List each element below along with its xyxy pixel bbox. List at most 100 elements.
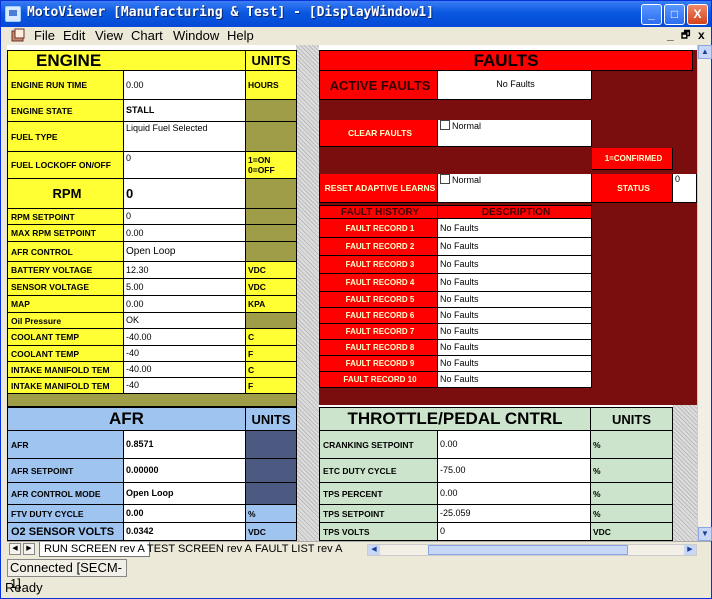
- menu-bar: File Edit View Chart Window Help _ 🗗 x: [1, 27, 711, 45]
- menu-chart[interactable]: Chart: [131, 28, 163, 43]
- horizontal-scroll-thumb[interactable]: [428, 545, 628, 555]
- throttle-row-unit: VDC: [591, 523, 673, 541]
- column-divider-right: [673, 405, 697, 541]
- tab-next-icon[interactable]: ▶: [23, 543, 35, 555]
- engine-row-label: SENSOR VOLTAGE: [7, 279, 124, 296]
- engine-row-label: RPM SETPOINT: [7, 209, 124, 225]
- engine-row-unit: [246, 209, 297, 225]
- scroll-right-icon[interactable]: ▶: [684, 545, 696, 555]
- document-icon[interactable]: [11, 28, 26, 43]
- engine-row-value: 0: [124, 152, 246, 179]
- column-divider: [296, 45, 319, 541]
- menu-edit[interactable]: Edit: [63, 28, 85, 43]
- fault-record-label: FAULT RECORD 1: [319, 219, 438, 238]
- throttle-row-value: -75.00: [438, 459, 591, 483]
- clear-faults-field[interactable]: Normal: [438, 120, 592, 147]
- scroll-left-icon[interactable]: ◀: [368, 545, 380, 555]
- scroll-down-icon[interactable]: ▼: [698, 527, 712, 541]
- menu-window[interactable]: Window: [173, 28, 219, 43]
- engine-row-unit: [246, 179, 297, 209]
- engine-row-label: BATTERY VOLTAGE: [7, 262, 124, 279]
- afr-row-value: 0.0342: [124, 523, 246, 541]
- engine-row-label: MAP: [7, 296, 124, 313]
- afr-row-label: AFR: [7, 431, 124, 459]
- mdi-restore-button[interactable]: 🗗: [681, 28, 690, 45]
- engine-row-value: 5.00: [124, 279, 246, 296]
- afr-row-unit: [246, 483, 297, 505]
- vertical-scrollbar[interactable]: ▲ ▼: [697, 45, 712, 541]
- engine-row-unit: [246, 242, 297, 262]
- reset-adaptive-value: Normal: [452, 175, 482, 185]
- engine-row-value: 0.00: [124, 71, 246, 100]
- menu-help[interactable]: Help: [227, 28, 254, 43]
- fault-record-value: No Faults: [438, 256, 592, 274]
- window-title: MotoViewer [Manufacturing & Test] - [Dis…: [27, 5, 434, 20]
- faults-header: FAULTS: [319, 50, 693, 71]
- engine-row-unit: F: [246, 346, 297, 362]
- clear-faults-button[interactable]: CLEAR FAULTS: [319, 120, 438, 147]
- fault-record-label: FAULT RECORD 10: [319, 372, 438, 388]
- throttle-row-unit: %: [591, 459, 673, 483]
- active-faults-label: ACTIVE FAULTS: [319, 71, 438, 100]
- engine-row-unit: [246, 313, 297, 329]
- engine-row-value: OK: [124, 313, 246, 329]
- mdi-minimize-button[interactable]: _: [667, 28, 674, 42]
- menu-view[interactable]: View: [95, 28, 123, 43]
- tab-fault-list[interactable]: FAULT LIST rev A: [251, 542, 346, 557]
- horizontal-scrollbar[interactable]: ◀ ▶: [367, 544, 697, 556]
- fault-record-label: FAULT RECORD 8: [319, 340, 438, 356]
- reset-adaptive-checkbox[interactable]: [440, 174, 450, 184]
- tab-test-screen[interactable]: TEST SCREEN rev A: [143, 542, 256, 557]
- tab-prev-icon[interactable]: ◀: [9, 543, 21, 555]
- engine-row-value: -40: [124, 378, 246, 394]
- afr-row-label: FTV DUTY CYCLE: [7, 505, 124, 523]
- title-bar[interactable]: MotoViewer [Manufacturing & Test] - [Dis…: [1, 1, 711, 27]
- fault-record-value: No Faults: [438, 292, 592, 308]
- fault-record-value: No Faults: [438, 372, 592, 388]
- afr-row-value: 0.8571: [124, 431, 246, 459]
- ready-status: Ready: [5, 580, 43, 595]
- afr-row-value: 0.00000: [124, 459, 246, 483]
- reset-adaptive-learns-button[interactable]: RESET ADAPTIVE LEARNS: [319, 174, 438, 203]
- engine-row-label: ENGINE STATE: [7, 100, 124, 122]
- afr-row-value: 0.00: [124, 505, 246, 523]
- engine-row-label: FUEL LOCKOFF ON/OFF: [7, 152, 124, 179]
- engine-row-label: COOLANT TEMP: [7, 329, 124, 346]
- clear-faults-value: Normal: [452, 121, 482, 131]
- throttle-row-unit: %: [591, 505, 673, 523]
- maximize-button[interactable]: □: [664, 4, 685, 25]
- reset-adaptive-field[interactable]: Normal: [438, 174, 592, 203]
- engine-row-label: FUEL TYPE: [7, 122, 124, 152]
- engine-row-unit: F: [246, 378, 297, 394]
- engine-row-label: AFR CONTROL: [7, 242, 124, 262]
- throttle-row-value: 0: [438, 523, 591, 541]
- minimize-button[interactable]: _: [641, 4, 662, 25]
- engine-row-value: 0.00: [124, 225, 246, 242]
- throttle-row-label: CRANKING SETPOINT: [319, 431, 438, 459]
- engine-row-label: ENGINE RUN TIME: [7, 71, 124, 100]
- mdi-close-button[interactable]: x: [698, 28, 705, 42]
- throttle-row-value: -25.059: [438, 505, 591, 523]
- engine-row-unit: [246, 100, 297, 122]
- throttle-row-label: TPS VOLTS: [319, 523, 438, 541]
- fault-record-value: No Faults: [438, 340, 592, 356]
- engine-row-unit: [246, 225, 297, 242]
- engine-row-value: 12.30: [124, 262, 246, 279]
- status-value: 0: [673, 174, 697, 203]
- description-header: DESCRIPTION: [438, 205, 592, 219]
- tab-run-screen[interactable]: RUN SCREEN rev A: [39, 542, 150, 557]
- afr-header: AFR: [7, 407, 246, 431]
- afr-row-unit: [246, 459, 297, 483]
- close-button[interactable]: X: [687, 4, 708, 25]
- engine-row-unit: 1=ON 0=OFF: [246, 152, 297, 179]
- fault-record-label: FAULT RECORD 6: [319, 308, 438, 324]
- fault-record-label: FAULT RECORD 3: [319, 256, 438, 274]
- engine-row-value: 0: [124, 209, 246, 225]
- status-label: STATUS: [592, 174, 673, 203]
- connection-status: Connected [SECM-1]: [7, 559, 127, 591]
- confirmed-legend: 1=CONFIRMED: [592, 148, 673, 170]
- clear-faults-checkbox[interactable]: [440, 120, 450, 130]
- scroll-up-icon[interactable]: ▲: [698, 45, 712, 59]
- fault-record-label: FAULT RECORD 4: [319, 274, 438, 292]
- menu-file[interactable]: File: [34, 28, 55, 43]
